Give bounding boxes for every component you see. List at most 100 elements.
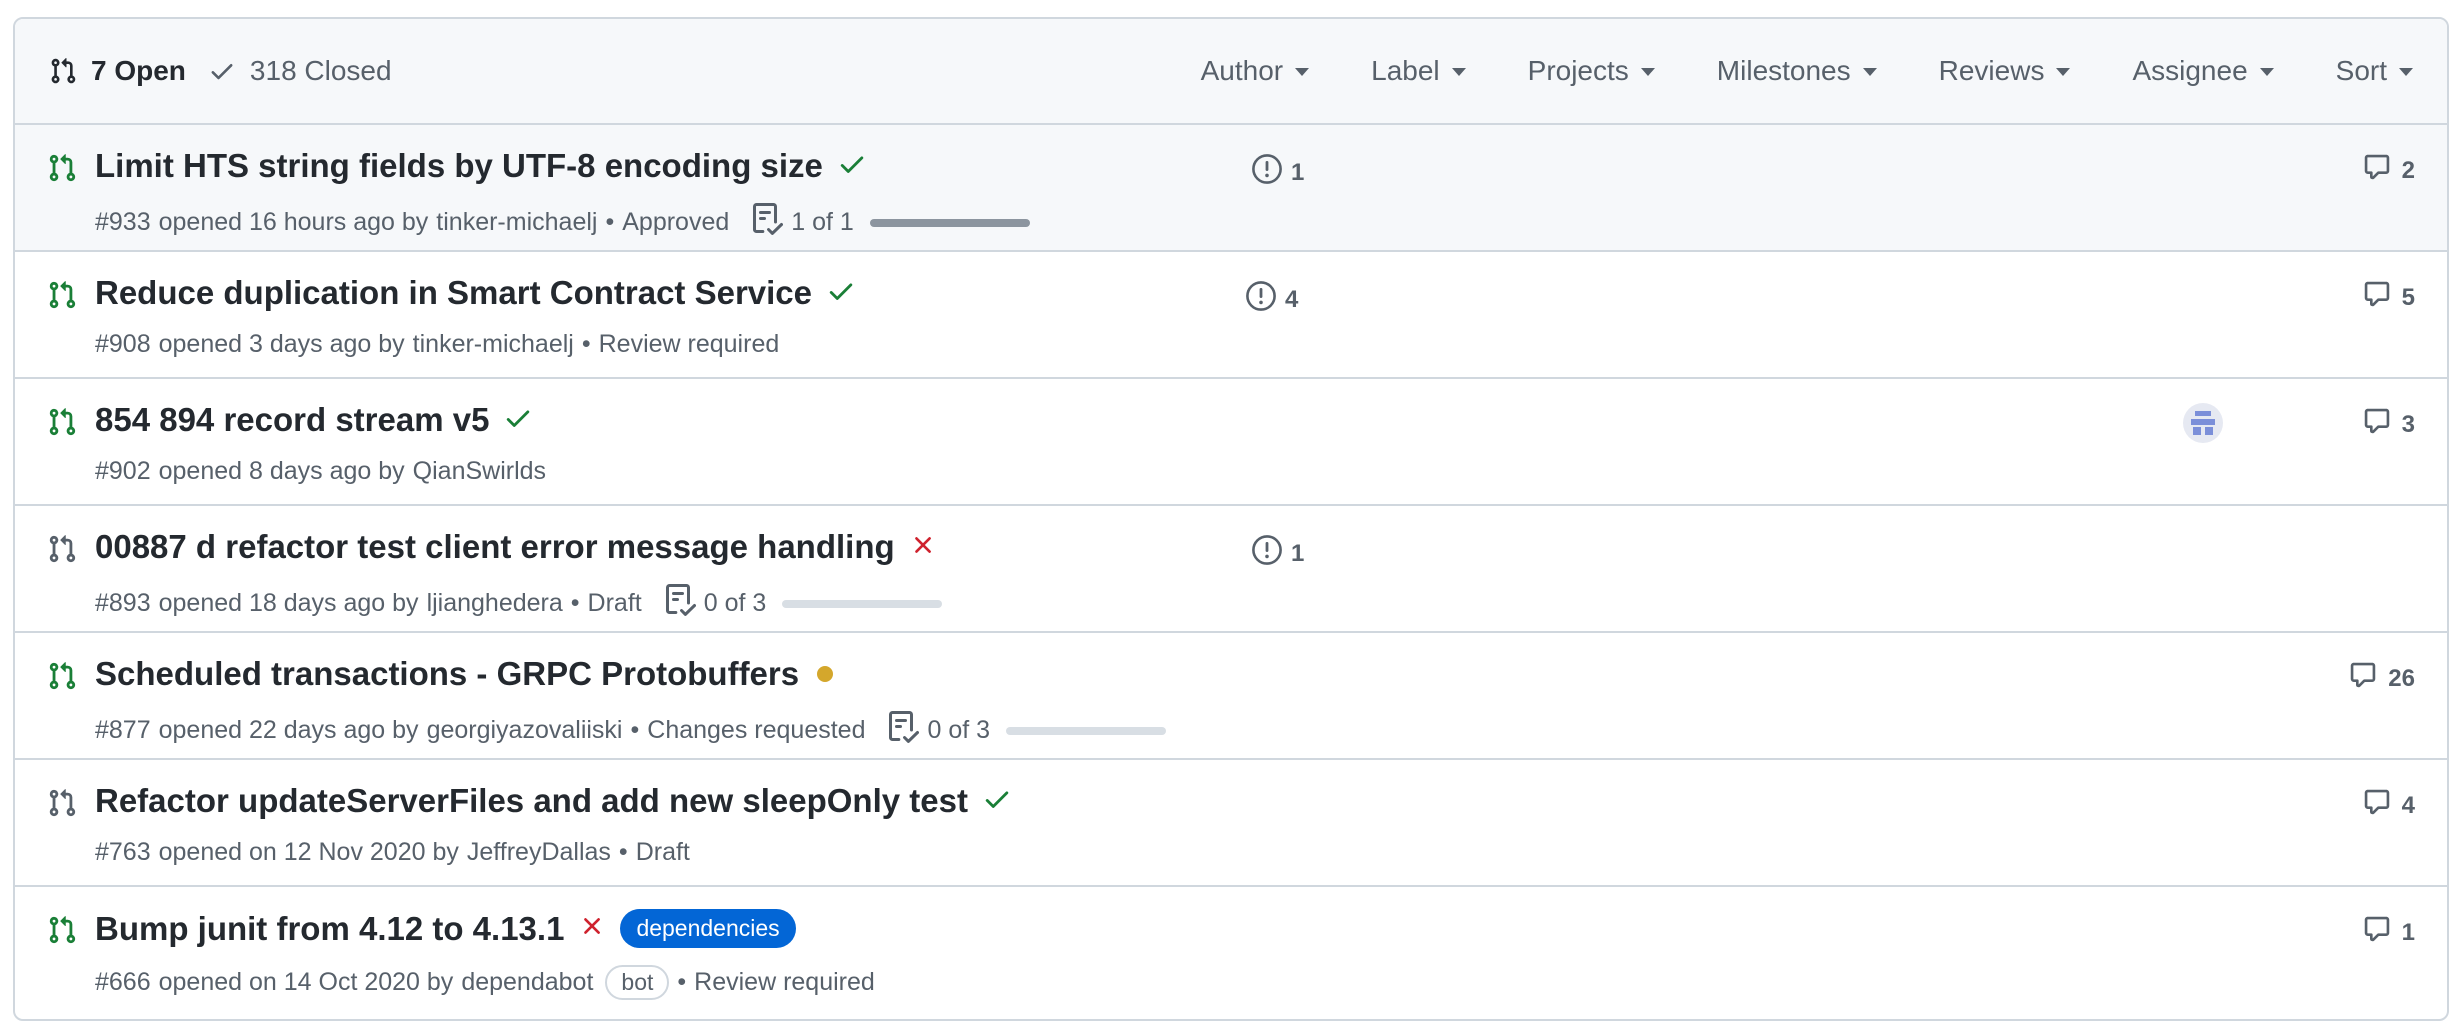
pull-request-meta: #908 opened 3 days ago by tinker-michaelj •… [95,330,779,359]
caret-down-icon [2399,68,2413,76]
check-success-icon[interactable] [837,149,867,184]
author-link[interactable]: QianSwirlds [413,457,546,486]
task-progress[interactable]: 1 of 1 [751,203,1030,242]
pull-request-title-line: Limit HTS string fields by UTF-8 encodin… [95,147,867,185]
linked-issues[interactable]: 1 [1251,534,1304,573]
open-filter[interactable]: 7 Open [49,55,186,87]
pull-request-title-line: 00887 d refactor test client error messa… [95,528,937,566]
review-status[interactable]: Review required [599,330,780,359]
pull-request-title[interactable]: Limit HTS string fields by UTF-8 encodin… [95,147,823,185]
pull-request-title-line: Bump junit from 4.12 to 4.13.1 dependenci… [95,909,796,948]
comment-icon [2362,407,2392,442]
pull-request-rows: Limit HTS string fields by UTF-8 encodin… [15,125,2447,1014]
pull-request-meta: #666 opened on 14 Oct 2020 by dependabot bo… [95,965,875,1000]
pull-request-number: #902 [95,457,151,485]
author-link[interactable]: tinker-michaelj [413,330,574,359]
milestones-filter[interactable]: Milestones [1717,55,1877,87]
table-row[interactable]: 854 894 record stream v5 #902 opened 8 day… [15,379,2447,506]
pull-request-title[interactable]: 854 894 record stream v5 [95,401,489,439]
assignee-filter[interactable]: Assignee [2132,55,2274,87]
table-row[interactable]: Bump junit from 4.12 to 4.13.1 dependenci… [15,887,2447,1014]
task-progress[interactable]: 0 of 3 [887,711,1167,750]
issue-opened-icon [1251,153,1283,192]
comment-icon [2362,788,2392,823]
issue-opened-icon [1245,280,1277,319]
linked-issues[interactable]: 4 [1245,280,1298,319]
separator-dot: • [630,716,640,744]
pull-request-icon [51,58,76,84]
issue-opened-icon [1251,534,1283,573]
task-progress-bar [1006,726,1167,735]
separator-dot: • [581,330,591,358]
task-list-icon [751,203,784,242]
open-pull-request-icon [47,278,77,312]
comments-link[interactable]: 3 [2362,407,2415,442]
pull-request-title-line: Scheduled transactions - GRPC Protobuffe… [95,655,834,693]
review-status[interactable]: Approved [622,208,729,237]
pull-request-number: #763 [95,838,151,866]
separator-dot: • [605,208,615,236]
closed-count: 318 Closed [249,55,392,86]
draft-pull-request-icon [47,786,77,820]
check-success-icon[interactable] [982,784,1012,819]
comment-count: 2 [2401,156,2415,184]
table-row[interactable]: 00887 d refactor test client error messa… [15,506,2447,633]
opened-text: opened 3 days ago by [158,330,405,358]
pull-request-meta: #893 opened 18 days ago by ljianghedera • Dr… [95,584,943,623]
caret-down-icon [2259,68,2274,76]
avatar[interactable] [2183,403,2223,443]
open-count: 7 Open [91,55,186,86]
x-failure-icon[interactable] [578,912,606,945]
check-success-icon[interactable] [503,403,533,438]
comment-count: 1 [2401,918,2415,946]
pull-request-title[interactable]: Scheduled transactions - GRPC Protobuffe… [95,655,799,693]
pull-request-title[interactable]: Refactor updateServerFiles and add new s… [95,782,968,820]
opened-text: opened on 14 Oct 2020 by [158,968,454,996]
label-filter[interactable]: Label [1371,55,1466,87]
comments-link[interactable]: 4 [2362,788,2415,823]
author-link[interactable]: tinker-michaelj [436,208,597,237]
opened-text: opened 8 days ago by [158,457,405,485]
caret-down-icon [1862,68,1877,76]
comment-count: 4 [2401,791,2415,819]
task-list-icon [664,584,696,623]
sort-filter[interactable]: Sort [2336,55,2413,87]
open-pull-request-icon [47,151,77,185]
review-status[interactable]: Changes requested [647,716,865,745]
pull-request-title[interactable]: Reduce duplication in Smart Contract Ser… [95,274,812,312]
pull-request-title[interactable]: 00887 d refactor test client error messa… [95,528,895,566]
table-row[interactable]: Scheduled transactions - GRPC Protobuffe… [15,633,2447,760]
comment-icon [2362,915,2392,950]
separator-dot: • [570,589,580,617]
author-link[interactable]: dependabot [461,968,593,997]
comments-link[interactable]: 26 [2348,661,2415,696]
table-row[interactable]: Reduce duplication in Smart Contract Ser… [15,252,2447,379]
comments-link[interactable]: 5 [2362,280,2415,315]
closed-filter[interactable]: 318 Closed [208,55,392,87]
pull-request-title[interactable]: Bump junit from 4.12 to 4.13.1 [95,910,564,948]
review-status[interactable]: Draft [588,589,642,618]
reviews-filter[interactable]: Reviews [1939,55,2071,87]
x-failure-icon[interactable] [909,531,937,564]
table-row[interactable]: Refactor updateServerFiles and add new s… [15,760,2447,887]
comment-icon [2348,661,2378,696]
linked-issues[interactable]: 1 [1251,153,1304,192]
review-status[interactable]: Review required [694,968,875,997]
pending-dot-icon[interactable] [817,666,834,682]
task-progress-bar [782,599,943,608]
table-row[interactable]: Limit HTS string fields by UTF-8 encodin… [15,125,2447,252]
task-progress[interactable]: 0 of 3 [664,584,943,623]
author-link[interactable]: JeffreyDallas [467,838,611,867]
check-success-icon[interactable] [826,276,856,311]
pull-request-number: #933 [95,208,151,236]
author-filter[interactable]: Author [1201,55,1310,87]
review-status[interactable]: Draft [636,838,690,867]
author-link[interactable]: georgiyazovaliiski [427,716,623,745]
label-dependencies[interactable]: dependencies [620,909,796,948]
comments-link[interactable]: 2 [2362,153,2415,188]
task-list-icon [887,711,920,750]
author-link[interactable]: ljianghedera [427,589,563,618]
projects-filter[interactable]: Projects [1528,55,1655,87]
comments-link[interactable]: 1 [2362,915,2415,950]
pull-request-title-line: Refactor updateServerFiles and add new s… [95,782,1012,820]
